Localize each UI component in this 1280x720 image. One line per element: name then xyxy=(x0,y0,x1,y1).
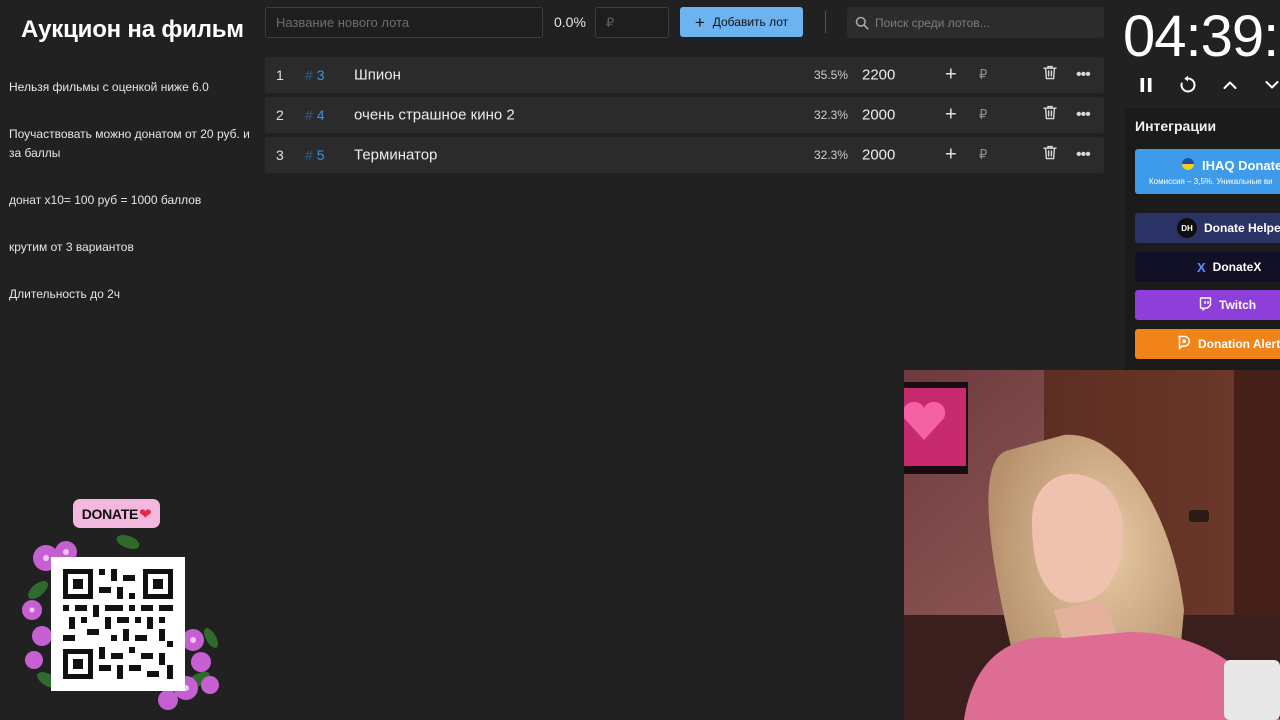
trash-icon[interactable] xyxy=(1043,145,1057,165)
donationalerts-icon xyxy=(1177,335,1191,353)
qr-code-image xyxy=(63,569,173,679)
donate-qr-code[interactable] xyxy=(51,557,185,691)
integration-donation-alerts[interactable]: Donation Alerts xyxy=(1135,329,1280,359)
lot-id: # 5 xyxy=(305,147,324,163)
plus-icon: + xyxy=(694,12,705,32)
new-lot-percent: 0.0% xyxy=(554,14,586,30)
integration-label: Donation Alerts xyxy=(1198,337,1280,351)
lot-id-number: 5 xyxy=(316,147,325,163)
integration-label: Donate Helper xyxy=(1204,221,1280,235)
lot-id-number: 3 xyxy=(316,67,325,83)
integration-donate-helper[interactable]: DH Donate Helper xyxy=(1135,213,1280,243)
auction-page: Аукцион на фильм Нельзя фильмы с оценкой… xyxy=(0,0,1280,720)
donate-badge-text: DONATE xyxy=(81,505,139,522)
lot-amount: 2000 xyxy=(862,106,896,124)
lot-percent: 32.3% xyxy=(814,108,849,122)
lot-name[interactable]: Шпион xyxy=(354,67,401,84)
integration-donatex[interactable]: X DonateX xyxy=(1135,252,1280,282)
integration-label: DonateX xyxy=(1212,260,1262,274)
lot-list: 1 # 3 Шпион 35.5% 2200 + ₽ ••• 2 # 4 оче… xyxy=(265,57,1104,177)
lot-currency-button[interactable]: ₽ xyxy=(979,67,987,83)
rule-line: Нельзя фильмы с оценкой ниже 6.0 xyxy=(9,80,209,94)
chevron-down-icon[interactable] xyxy=(1259,72,1280,98)
lot-currency-button[interactable]: ₽ xyxy=(979,107,987,123)
chevron-up-icon[interactable] xyxy=(1217,72,1243,98)
reset-icon[interactable] xyxy=(1175,72,1201,98)
webcam-video-frame xyxy=(904,370,1280,720)
lot-percent: 32.3% xyxy=(814,148,849,162)
rule-line: крутим от 3 вариантов xyxy=(9,240,134,254)
integration-twitch[interactable]: Twitch xyxy=(1135,290,1280,320)
trash-icon[interactable] xyxy=(1043,65,1057,85)
lot-position: 3 xyxy=(276,147,284,163)
rule-line: Длительность до 2ч xyxy=(9,287,121,301)
add-lot-button[interactable]: + Добавить лот xyxy=(680,7,803,37)
more-icon[interactable]: ••• xyxy=(1076,146,1091,164)
integration-ihaq-header: IHAQ Donate xyxy=(1149,157,1280,174)
lot-position: 1 xyxy=(276,67,284,83)
integration-label: IHAQ Donate xyxy=(1202,158,1280,173)
lot-id-number: 4 xyxy=(316,107,325,123)
search-icon xyxy=(855,16,869,30)
lot-id-hash: # xyxy=(305,67,313,83)
lot-percent: 35.5% xyxy=(814,68,849,82)
more-icon[interactable]: ••• xyxy=(1076,66,1091,84)
lot-name[interactable]: очень страшное кино 2 xyxy=(354,107,515,124)
toolbar-divider xyxy=(825,11,826,33)
lot-row: 3 # 5 Терминатор 32.3% 2000 + ₽ ••• xyxy=(265,137,1104,173)
webcam-overlay xyxy=(904,370,1280,720)
lot-name[interactable]: Терминатор xyxy=(354,147,437,164)
lot-amount: 2200 xyxy=(862,66,896,84)
integration-ihaq-donate[interactable]: IHAQ Donate Комиссия – 3,5%. Уникальные … xyxy=(1135,149,1280,194)
rules-text: Нельзя фильмы с оценкой ниже 6.0 Поучаст… xyxy=(9,78,254,332)
integration-subtext: Комиссия – 3,5%. Уникальные ви xyxy=(1149,177,1273,186)
donate-badge: DONATE ❤ xyxy=(73,499,160,528)
lot-id: # 4 xyxy=(305,107,324,123)
lot-id-hash: # xyxy=(305,147,313,163)
add-lot-label: Добавить лот xyxy=(712,15,789,29)
more-icon[interactable]: ••• xyxy=(1076,106,1091,124)
lot-position: 2 xyxy=(276,107,284,123)
lot-row: 2 # 4 очень страшное кино 2 32.3% 2000 +… xyxy=(265,97,1104,133)
donate-helper-logo-icon: DH xyxy=(1177,218,1197,238)
heart-icon: ❤ xyxy=(139,505,152,523)
search-input[interactable] xyxy=(869,15,1104,30)
add-amount-button[interactable]: + xyxy=(945,144,957,167)
lot-search[interactable] xyxy=(847,7,1104,38)
lot-currency-button[interactable]: ₽ xyxy=(979,147,987,163)
page-title: Аукцион на фильм xyxy=(21,16,244,43)
auction-timer: 04:39:5 xyxy=(1123,4,1280,69)
donatex-logo-icon: X xyxy=(1197,259,1206,275)
ihaq-logo-icon xyxy=(1181,157,1195,174)
lot-amount: 2000 xyxy=(862,146,896,164)
add-amount-button[interactable]: + xyxy=(945,64,957,87)
new-lot-amount-input[interactable] xyxy=(595,7,669,38)
twitch-icon xyxy=(1199,296,1212,314)
add-amount-button[interactable]: + xyxy=(945,104,957,127)
new-lot-name-input[interactable] xyxy=(265,7,543,38)
integration-label: Twitch xyxy=(1219,298,1257,312)
lot-id-hash: # xyxy=(305,107,313,123)
integrations-title: Интеграции xyxy=(1135,118,1217,134)
lot-row: 1 # 3 Шпион 35.5% 2200 + ₽ ••• xyxy=(265,57,1104,93)
rule-line: донат x10= 100 руб = 1000 баллов xyxy=(9,193,202,207)
rule-line: Поучаствовать можно донатом от 20 руб. и… xyxy=(9,127,250,160)
lot-id: # 3 xyxy=(305,67,324,83)
pause-icon[interactable] xyxy=(1133,72,1159,98)
trash-icon[interactable] xyxy=(1043,105,1057,125)
